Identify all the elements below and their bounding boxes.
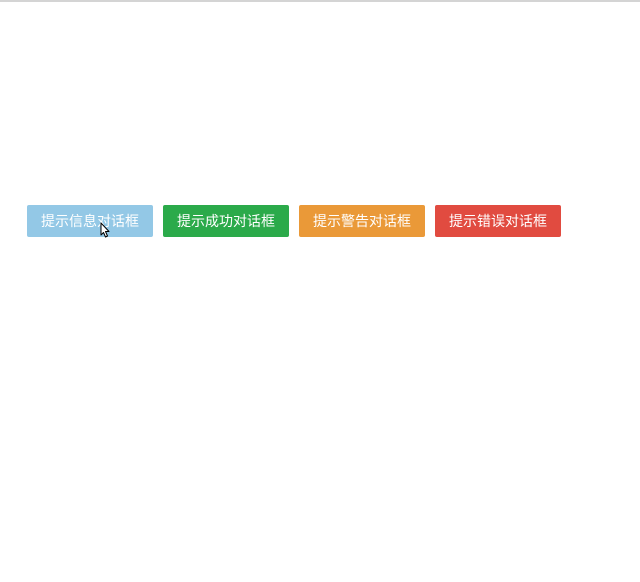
info-dialog-button[interactable]: 提示信息对话框	[27, 205, 153, 237]
dialog-button-row: 提示信息对话框 提示成功对话框 提示警告对话框 提示错误对话框	[27, 205, 561, 237]
success-dialog-button[interactable]: 提示成功对话框	[163, 205, 289, 237]
warning-dialog-button[interactable]: 提示警告对话框	[299, 205, 425, 237]
error-dialog-button[interactable]: 提示错误对话框	[435, 205, 561, 237]
window-top-edge	[0, 0, 640, 2]
